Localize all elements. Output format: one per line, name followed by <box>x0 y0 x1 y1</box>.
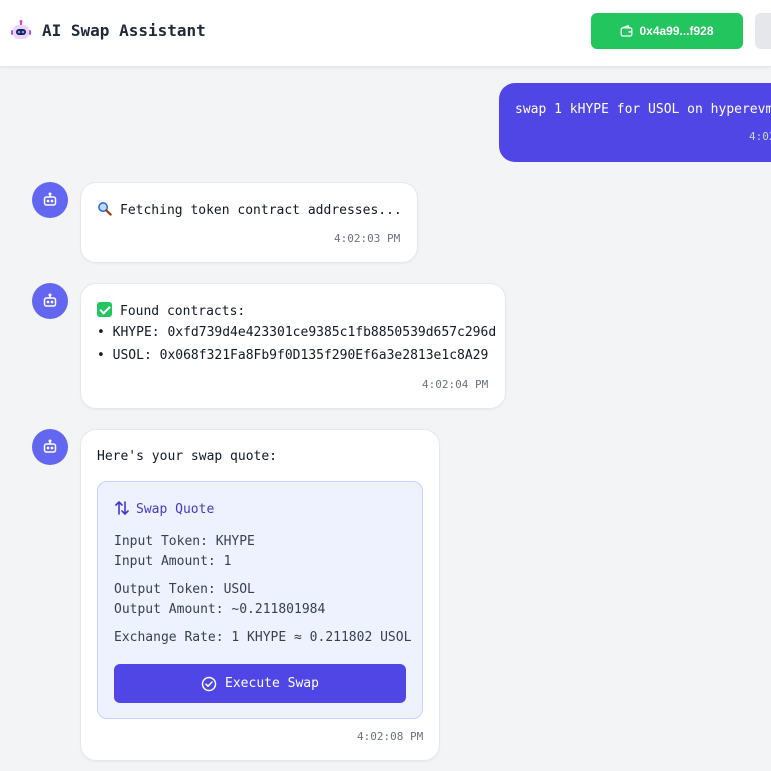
found-time: 4:02:04 PM <box>422 378 489 391</box>
exchange-rate: Exchange Rate: 1 KHYPE ≈ 0.211802 USOL <box>114 630 412 645</box>
fetching-text: Fetching token contract addresses... <box>120 203 402 218</box>
bot-icon <box>43 439 57 453</box>
fetching-time: 4:02:03 PM <box>334 232 401 245</box>
execute-swap-label: Execute Swap <box>225 676 319 691</box>
quote-intro: Here's your swap quote: <box>97 449 278 464</box>
contract-usol: • USOL: 0x068f321Fa8Fb9f0D135f290Ef6a3e2… <box>97 348 489 363</box>
found-heading: Found contracts: <box>120 304 246 319</box>
header-extra-button[interactable] <box>755 13 771 49</box>
bot-icon <box>43 293 57 307</box>
execute-swap-button[interactable]: Execute Swap <box>114 664 406 703</box>
quote-time: 4:02:08 PM <box>357 730 424 743</box>
app-title: AI Swap Assistant <box>42 21 206 40</box>
swap-quote-card: Swap Quote Input Token: KHYPE Input Amou… <box>97 481 423 719</box>
app-header: AI Swap Assistant 0x4a99...f928 <box>0 0 771 67</box>
user-message-text: swap 1 kHYPE for USOL on hyperevm <box>515 102 771 117</box>
swap-quote-title: Swap Quote <box>136 502 215 517</box>
bot-icon <box>43 192 57 206</box>
input-token: Input Token: KHYPE <box>114 534 255 549</box>
user-message: swap 1 kHYPE for USOL on hyperevm 4:02 <box>499 83 771 162</box>
output-amount: Output Amount: ~0.211801984 <box>114 602 326 617</box>
input-amount: Input Amount: 1 <box>114 554 232 569</box>
swap-arrows-icon <box>115 501 129 515</box>
wallet-address-button[interactable]: 0x4a99...f928 <box>591 13 743 49</box>
user-message-time: 4:02 <box>749 130 771 143</box>
check-icon <box>97 302 112 317</box>
robot-logo-icon <box>11 20 31 39</box>
assistant-message-contracts: Found contracts: • KHYPE: 0xfd739d4e4233… <box>80 283 506 409</box>
assistant-avatar <box>32 429 68 465</box>
wallet-address-label: 0x4a99...f928 <box>639 24 714 38</box>
assistant-avatar <box>32 182 68 218</box>
assistant-message-quote: Here's your swap quote: Swap Quote Input… <box>80 429 440 761</box>
contract-khype: • KHYPE: 0xfd739d4e423301ce9385c1fb88505… <box>97 325 497 340</box>
wallet-icon <box>621 24 633 37</box>
magnifier-icon <box>98 202 112 216</box>
output-token: Output Token: USOL <box>114 582 255 597</box>
assistant-message-fetching: Fetching token contract addresses... 4:0… <box>80 182 418 263</box>
check-circle-icon <box>201 676 217 691</box>
assistant-avatar <box>32 283 68 319</box>
